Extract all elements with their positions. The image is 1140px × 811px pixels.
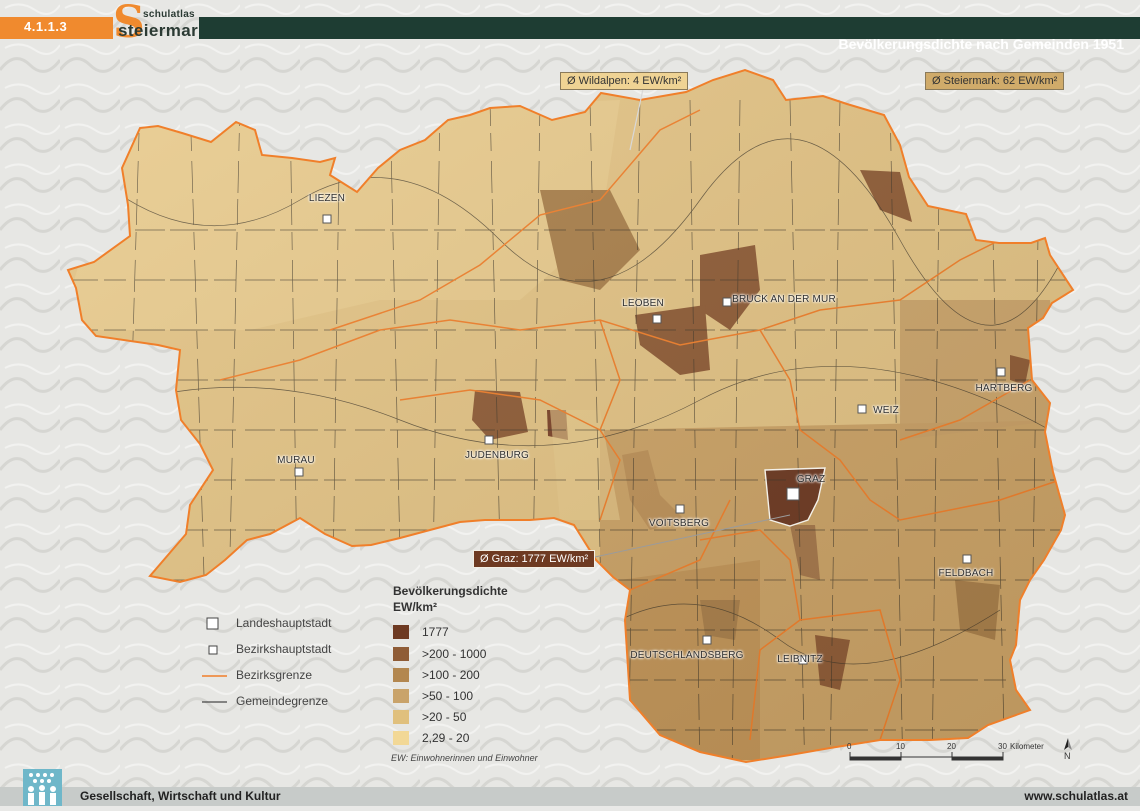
legend-bezirkshauptstadt-label: Bezirkshauptstadt [236, 642, 332, 656]
legend-class-label: >100 - 200 [422, 668, 480, 682]
schulatlas-logo[interactable]: S schulatlas steiermark [113, 1, 208, 45]
city-label-leoben: LEOBEN [622, 298, 664, 309]
scale-tick-0: 0 [847, 742, 852, 751]
education-icon [23, 769, 62, 806]
map-canvas [0, 0, 1140, 806]
symbol-weiz [857, 404, 867, 414]
footer-url[interactable]: www.schulatlas.at [1024, 789, 1128, 803]
callout-wildalpen: Ø Wildalpen: 4 EW/km² [560, 72, 689, 90]
legend-class-label: 2,29 - 20 [422, 731, 470, 745]
city-label-leibnitz: LEIBNITZ [777, 654, 823, 665]
legend-swatch [393, 647, 409, 661]
legend-swatch [393, 625, 409, 639]
callout-graz: Ø Graz: 1777 EW/km² [473, 550, 596, 568]
symbol-judenburg [484, 435, 494, 445]
legend-class-label: >200 - 1000 [422, 647, 487, 661]
legend-swatch [393, 710, 409, 724]
city-label-voitsberg: VOITSBERG [648, 518, 710, 529]
scale-tick-30: 30 [998, 742, 1007, 751]
legend-swatch [393, 731, 409, 745]
legend-swatch [393, 668, 409, 682]
legend-title-line1: Bevölkerungsdichte [393, 584, 508, 598]
legend-class-label: 1777 [422, 625, 449, 639]
symbol-liezen [322, 214, 332, 224]
logo-big-text: steiermark [118, 21, 209, 40]
legend-swatch [393, 689, 409, 703]
header-green-bar: Bevölkerungsdichte nach Gemeinden 1951 [199, 17, 1140, 52]
north-label: N [1064, 751, 1071, 761]
city-label-deutschlandsberg: DEUTSCHLANDSBERG [630, 650, 744, 661]
legend-class-label: >20 - 50 [422, 710, 467, 724]
city-label-graz: GRAZ [796, 474, 826, 485]
legend-landeshauptstadt-label: Landeshauptstadt [236, 616, 332, 630]
symbol-deutschlandsberg [702, 635, 712, 645]
symbol-graz [786, 487, 800, 501]
city-label-weiz: WEIZ [873, 405, 899, 416]
scale-tick-20: 20 [947, 742, 956, 751]
symbol-murau [294, 467, 304, 477]
city-label-hartberg: HARTBERG [975, 383, 1033, 394]
symbol-bruck [722, 297, 732, 307]
city-label-judenburg: JUDENBURG [464, 450, 530, 461]
legend-class-label: >50 - 100 [422, 689, 474, 703]
footer-subject: Gesellschaft, Wirtschaft und Kultur [80, 789, 281, 803]
symbol-leoben [652, 314, 662, 324]
city-label-bruck: BRUCK AN DER MUR [732, 294, 836, 305]
legend-title: Bevölkerungsdichte EW/km² [393, 583, 508, 615]
legend-note: EW: Einwohnerinnen und Einwohner [391, 753, 538, 763]
legend-title-line2: EW/km² [393, 600, 438, 614]
scale-tick-10: 10 [896, 742, 905, 751]
scale-unit: Kilometer [1010, 742, 1044, 751]
logo-small-text: schulatlas [143, 9, 195, 20]
symbol-feldbach [962, 554, 972, 564]
city-label-feldbach: FELDBACH [938, 568, 994, 579]
map-title: Bevölkerungsdichte nach Gemeinden 1951 [838, 36, 1124, 52]
city-label-liezen: LIEZEN [308, 193, 346, 204]
symbol-hartberg [996, 367, 1006, 377]
legend-gemeindegrenze-label: Gemeindegrenze [236, 694, 329, 708]
symbol-voitsberg [675, 504, 685, 514]
city-label-murau: MURAU [277, 455, 315, 466]
callout-steiermark: Ø Steiermark: 62 EW/km² [925, 72, 1065, 90]
legend-bezirksgrenze-label: Bezirksgrenze [236, 668, 313, 682]
section-number: 4.1.1.3 [24, 19, 68, 34]
